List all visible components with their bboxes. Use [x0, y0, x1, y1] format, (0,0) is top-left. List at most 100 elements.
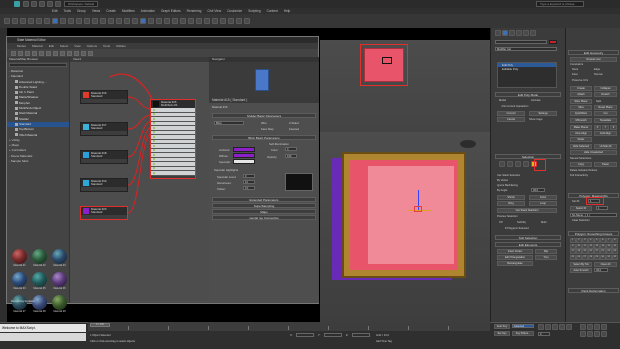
redo-icon[interactable]	[55, 1, 61, 7]
go-to-start-icon[interactable]	[538, 324, 544, 330]
layout-icon[interactable]	[67, 50, 72, 56]
ring-button[interactable]: Ring	[497, 201, 525, 206]
material-name[interactable]: Material #16	[212, 105, 227, 109]
menu-help[interactable]: Help	[284, 9, 291, 13]
sg-button[interactable]: 26	[576, 254, 582, 260]
redo-tool-icon[interactable]	[12, 18, 18, 24]
loop-button[interactable]: Loop	[529, 201, 557, 206]
auto-key-button[interactable]: Auto Key	[494, 324, 510, 329]
window-crossing-icon[interactable]	[76, 18, 82, 24]
paste-button[interactable]: Paste	[594, 162, 617, 167]
angle-spinner[interactable]: 45.0	[531, 188, 545, 192]
hide-unselected-button[interactable]: Hide Unselected	[570, 150, 617, 155]
sg-button[interactable]: 11	[582, 243, 588, 249]
sample-slot[interactable]: Material #6	[51, 272, 68, 293]
sample-slot[interactable]: Material #9	[51, 295, 68, 316]
zoom-all-icon[interactable]	[587, 324, 593, 330]
material-node[interactable]: Material #16 Standard	[80, 90, 128, 104]
node-slot[interactable]	[151, 171, 195, 176]
vertex-icon[interactable]	[499, 161, 505, 167]
detach-button[interactable]: Detach	[594, 92, 617, 97]
select-by-sg-button[interactable]: Select By SG	[570, 262, 592, 267]
menu-tools[interactable]: Tools	[64, 9, 71, 13]
opt-faceted[interactable]: Faceted	[289, 127, 299, 131]
stack-item-editable-poly[interactable]: Editable Poly	[498, 67, 556, 71]
sg-button[interactable]: 31	[606, 254, 612, 260]
repeat-last-button[interactable]: Repeat Last	[570, 57, 617, 62]
workspace-dropdown[interactable]: Workspace: Default	[64, 1, 99, 7]
grid-align-button[interactable]: Grid Align	[594, 131, 617, 136]
orbit-icon[interactable]	[594, 331, 600, 337]
viewport-perspective[interactable]	[320, 132, 490, 322]
edge-icon[interactable]	[507, 161, 513, 167]
utilities-tab-icon[interactable]	[530, 30, 536, 36]
flip-button[interactable]: Flip	[535, 249, 557, 254]
search-input[interactable]: Type a keyword or phrase	[536, 1, 584, 7]
sg-button[interactable]: 18	[576, 249, 582, 254]
coord-system-icon[interactable]	[108, 18, 114, 24]
menu-edit[interactable]: Edit	[52, 9, 58, 13]
viewcube-icon[interactable]	[460, 140, 476, 148]
spec-level-spinner[interactable]: 0	[243, 174, 255, 178]
sg-button[interactable]: 5	[594, 238, 600, 243]
open-icon[interactable]	[31, 1, 37, 7]
split-checkbox[interactable]: Split	[596, 100, 601, 103]
sg-button[interactable]: 1	[570, 238, 576, 243]
material-id-icon[interactable]	[81, 50, 86, 56]
soft-selection-rollout[interactable]: Soft Selection	[495, 235, 561, 240]
put-to-scene-icon[interactable]	[25, 50, 30, 56]
sg-button[interactable]: 12	[588, 243, 594, 249]
hide-slots-icon[interactable]	[88, 50, 93, 56]
edit-elements-rollout[interactable]: Edit Elements	[495, 242, 561, 247]
pivot-icon[interactable]	[116, 18, 122, 24]
diffuse-swatch[interactable]	[233, 153, 255, 158]
border-icon[interactable]	[515, 161, 521, 167]
next-frame-icon[interactable]	[559, 324, 565, 330]
set-key-button[interactable]: Set Key	[494, 331, 510, 336]
y-button[interactable]: Y	[602, 125, 609, 130]
viewport-top[interactable]	[320, 40, 490, 132]
navigator-preview[interactable]	[255, 69, 269, 91]
select-tool-icon[interactable]	[11, 50, 16, 56]
undo-icon[interactable]	[47, 1, 53, 7]
time-slider-thumb[interactable]: 0 / 100	[90, 323, 110, 327]
node-view[interactable]: View1 Material #16 Standard Material #17 S…	[69, 57, 209, 303]
make-planar-button[interactable]: Make Planar	[570, 125, 592, 130]
collapse-button[interactable]: Collapse	[594, 86, 617, 91]
slate-menu-select[interactable]: Select	[60, 44, 68, 48]
color-spinner[interactable]: 0	[285, 147, 297, 151]
smoothing-rollout[interactable]: Polygon: Smoothing Groups	[568, 231, 619, 236]
sg-button[interactable]: 24	[612, 249, 618, 254]
assign-icon[interactable]	[32, 50, 37, 56]
constraint-normal[interactable]: Normal	[594, 73, 602, 76]
y-coord[interactable]	[324, 333, 342, 337]
ambient-swatch[interactable]	[233, 147, 255, 152]
browser-search-input[interactable]	[9, 63, 67, 67]
hide-selected-button[interactable]: Hide Selected	[570, 144, 592, 149]
sg-button[interactable]: 32	[612, 254, 618, 260]
menu-group[interactable]: Group	[77, 9, 86, 13]
menu-modifiers[interactable]: Modifiers	[122, 9, 135, 13]
constraint-none[interactable]: None	[572, 68, 578, 71]
keyboard-shortcut-icon[interactable]	[132, 18, 138, 24]
mental-ray-rollout[interactable]: mental ray Connection	[212, 215, 316, 220]
by-angle-checkbox[interactable]: By Angle:	[497, 189, 508, 192]
bind-icon[interactable]	[36, 18, 42, 24]
settings-button[interactable]: Settings	[529, 111, 557, 116]
sg-button[interactable]: 27	[582, 254, 588, 260]
preserve-uvs-checkbox[interactable]: Preserve UVs	[572, 79, 588, 82]
sg-button[interactable]: 16	[612, 243, 618, 249]
polygon-icon[interactable]	[523, 161, 529, 167]
sg-button[interactable]: 21	[594, 249, 600, 254]
sample-slot[interactable]: Material #5	[31, 272, 48, 293]
sg-button[interactable]: 28	[588, 254, 594, 260]
msmooth-button[interactable]: MSmooth	[570, 118, 592, 123]
mirror-icon[interactable]	[180, 18, 186, 24]
auto-smooth-button[interactable]: Auto Smooth	[570, 268, 592, 273]
modifier-list-dropdown[interactable]: Modifier List	[495, 47, 557, 51]
render-icon[interactable]	[244, 18, 250, 24]
sg-button[interactable]: 9	[570, 243, 576, 249]
preview-multi[interactable]: Multi	[541, 221, 546, 224]
maximize-viewport-icon[interactable]	[601, 331, 607, 337]
pick-material-icon[interactable]	[18, 50, 23, 56]
